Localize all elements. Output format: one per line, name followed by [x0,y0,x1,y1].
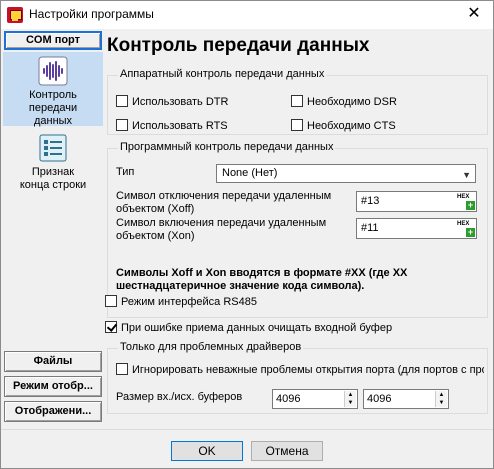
xoff-value: #13 [361,195,380,207]
out-buffer-value: 4096 [367,393,392,405]
in-buffer-spinner[interactable]: 4096 ▲ ▼ [272,389,358,409]
plus-icon: + [466,227,475,237]
group-title: Только для проблемных драйверов [118,341,304,353]
group-title: Аппаратный контроль передачи данных [118,68,327,80]
page-title: Контроль передачи данных [107,35,370,56]
ignore-problems-checkbox[interactable]: Игнорировать неважные проблемы открытия … [116,363,484,377]
display-button[interactable]: Отображени... [4,401,102,422]
xon-input[interactable]: #11 HEX + [356,218,477,239]
dialog-footer: OK Отмена [1,429,493,469]
in-buffer-value: 4096 [276,393,301,405]
hex-button[interactable]: HEX + [457,193,475,210]
checkbox-label: При ошибке приема данных очищать входной… [121,322,393,334]
main-panel: Контроль передачи данных Аппаратный конт… [105,29,493,429]
buffer-size-label: Размер вх./исх. буферов [116,391,243,403]
spin-down-icon[interactable]: ▼ [435,399,447,407]
xon-label: Символ включения передачи удаленным объе… [116,217,327,242]
xoff-input[interactable]: #13 HEX + [356,191,477,212]
use-rts-checkbox[interactable]: Использовать RTS [116,119,228,132]
plus-icon: + [466,200,475,210]
group-title: Программный контроль передачи данных [118,141,336,153]
sidebar-item-label: Признак конца строки [19,166,87,191]
checkbox-label: Необходимо CTS [307,120,396,132]
spin-up-icon[interactable]: ▲ [344,391,356,399]
ok-button[interactable]: OK [171,441,243,461]
spin-up-icon[interactable]: ▲ [435,391,447,399]
com-port-button[interactable]: COM порт [4,31,102,50]
out-buffer-spinner[interactable]: 4096 ▲ ▼ [363,389,449,409]
rs485-checkbox[interactable]: Режим интерфейса RS485 [105,295,257,308]
software-flow-group: Программный контроль передачи данных Тип… [107,141,488,318]
cancel-button[interactable]: Отмена [251,441,323,461]
window-title: Настройки программы [29,7,154,21]
checkbox-box[interactable] [105,295,117,307]
display-mode-button[interactable]: Режим отобр... [4,376,102,397]
spin-down-icon[interactable]: ▼ [344,399,356,407]
checkbox-box[interactable] [105,321,117,333]
sidebar: COM порт Контроль передачи данных Призна… [1,29,105,429]
checkbox-label: Использовать RTS [132,120,228,132]
need-dsr-checkbox[interactable]: Необходимо DSR [291,95,397,108]
files-button[interactable]: Файлы [4,351,102,372]
checkbox-label: Игнорировать неважные проблемы открытия … [132,364,484,376]
checkbox-box[interactable] [291,119,303,131]
app-icon [7,7,23,23]
checkbox-box[interactable] [116,95,128,107]
use-dtr-checkbox[interactable]: Использовать DTR [116,95,228,108]
checkbox-label: Использовать DTR [132,96,229,108]
type-select[interactable]: None (Нет) ▼ [216,164,476,183]
title-bar: Настройки программы ✕ [1,1,493,29]
checkbox-label: Режим интерфейса RS485 [121,296,257,308]
waveform-icon [38,56,68,86]
clear-buffer-checkbox[interactable]: При ошибке приема данных очищать входной… [105,321,392,334]
settings-window: Настройки программы ✕ COM порт Контроль … [0,0,494,469]
sidebar-item-flow-control[interactable]: Контроль передачи данных [3,52,103,127]
sidebar-item-line-end[interactable]: Признак конца строки [3,133,103,199]
list-icon [39,134,67,162]
checkbox-box[interactable] [116,119,128,131]
sidebar-item-label: Контроль передачи данных [28,89,78,127]
type-label: Тип [116,166,135,178]
hardware-flow-group: Аппаратный контроль передачи данных Испо… [107,68,488,135]
need-cts-checkbox[interactable]: Необходимо CTS [291,119,396,132]
checkbox-box[interactable] [291,95,303,107]
divider [1,429,493,430]
chevron-down-icon: ▼ [462,170,471,180]
xoff-label: Символ отключения передачи удаленным объ… [116,190,332,215]
close-button[interactable]: ✕ [465,5,483,23]
xon-value: #11 [361,222,379,234]
hex-button[interactable]: HEX + [457,220,475,237]
problem-drivers-group: Только для проблемных драйверов Игнориро… [107,341,488,414]
type-select-value: None (Нет) [222,167,278,179]
checkbox-box[interactable] [116,363,128,375]
checkbox-label: Необходимо DSR [307,96,397,108]
format-note: Символы Xoff и Xon вводятся в формате #X… [116,267,408,292]
